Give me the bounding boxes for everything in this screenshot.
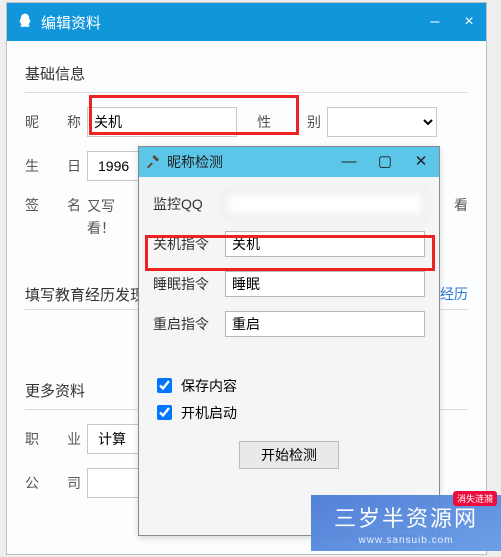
nickname-label: 昵称: [25, 112, 81, 132]
shutdown-cmd-label: 关机指令: [153, 234, 217, 254]
restart-cmd-input[interactable]: [225, 311, 425, 337]
company-label: 公司: [25, 473, 81, 493]
autostart-label: 开机启动: [181, 403, 237, 423]
sleep-cmd-label: 睡眠指令: [153, 274, 217, 294]
row-shutdown-cmd: 关机指令: [153, 231, 425, 257]
watermark-url: www.sansuib.com: [358, 535, 453, 546]
dialog-close-icon[interactable]: ✕: [403, 147, 439, 177]
nickname-input[interactable]: [87, 107, 237, 137]
gender-select[interactable]: [327, 107, 437, 137]
watermark: 消失涟漪 三岁半资源网 www.sansuib.com: [311, 495, 501, 551]
save-content-check-input[interactable]: [157, 378, 172, 393]
birthday-label: 生日: [25, 156, 81, 176]
nickname-detect-dialog: 昵称检测 — ▢ ✕ 监控QQ 关机指令 睡眠指令 重启指令 保存内容: [138, 146, 440, 536]
gender-label: 别: [277, 112, 321, 132]
sleep-cmd-input[interactable]: [225, 271, 425, 297]
section-edu-title: 填写教育经历发现: [25, 284, 145, 305]
dialog-titlebar[interactable]: 昵称检测 — ▢ ✕: [139, 147, 439, 177]
signature-text: 又写 看！: [87, 195, 115, 240]
hammer-icon: [145, 153, 161, 172]
save-content-label: 保存内容: [181, 376, 237, 396]
monitor-qq-label: 监控QQ: [153, 194, 217, 214]
dialog-maximize-icon[interactable]: ▢: [367, 147, 403, 177]
row-nickname: 昵称 性 别: [25, 107, 468, 137]
view-button[interactable]: 看: [454, 195, 468, 215]
restart-cmd-label: 重启指令: [153, 314, 217, 334]
row-monitor-qq: 监控QQ: [153, 191, 425, 217]
signature-label: 签名: [25, 195, 81, 215]
section-basic-title: 基础信息: [25, 63, 468, 84]
start-detect-button[interactable]: 开始检测: [239, 441, 339, 469]
close-icon[interactable]: ×: [452, 3, 486, 41]
dialog-body: 监控QQ 关机指令 睡眠指令 重启指令 保存内容 开机启动 开始检测: [139, 177, 439, 483]
row-sleep-cmd: 睡眠指令: [153, 271, 425, 297]
autostart-checkbox[interactable]: 开机启动: [153, 402, 425, 423]
gender-suffix: 性: [243, 112, 271, 132]
divider: [25, 92, 468, 93]
monitor-qq-input[interactable]: [225, 191, 425, 217]
row-restart-cmd: 重启指令: [153, 311, 425, 337]
qq-penguin-icon: [15, 11, 35, 33]
watermark-badge: 消失涟漪: [453, 491, 497, 506]
save-content-checkbox[interactable]: 保存内容: [153, 375, 425, 396]
main-title-text: 编辑资料: [41, 12, 101, 33]
job-label: 职业: [25, 429, 81, 449]
main-titlebar[interactable]: 编辑资料 – ×: [7, 3, 486, 41]
shutdown-cmd-input[interactable]: [225, 231, 425, 257]
dialog-minimize-icon[interactable]: —: [331, 147, 367, 177]
dialog-title-text: 昵称检测: [167, 152, 223, 172]
minimize-icon[interactable]: –: [418, 3, 452, 41]
autostart-check-input[interactable]: [157, 405, 172, 420]
